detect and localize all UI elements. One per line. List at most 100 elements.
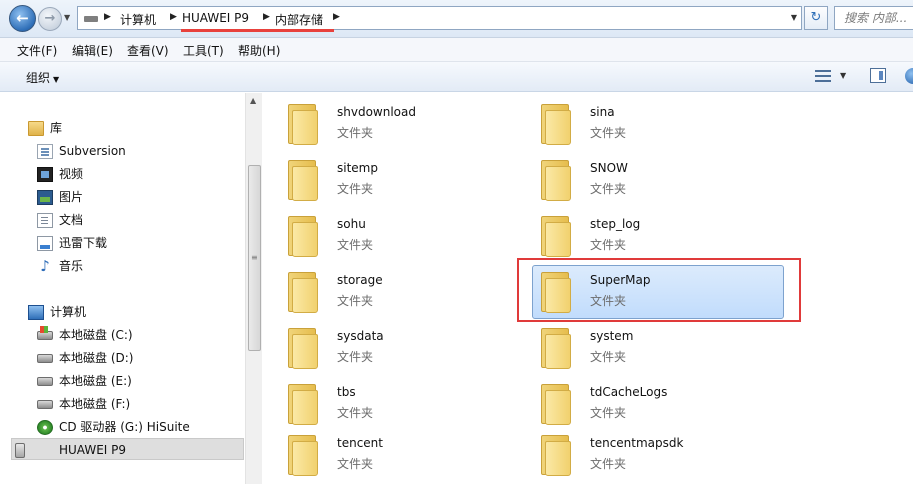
menu-view[interactable]: 查看(V) bbox=[127, 42, 169, 59]
organize-label: 组织 bbox=[26, 71, 51, 85]
folder-type: 文件夹 bbox=[590, 238, 627, 252]
help-icon[interactable] bbox=[905, 68, 913, 84]
nav-item-drive-e[interactable]: 本地磁盘 (E:) bbox=[37, 370, 237, 392]
folder-item[interactable]: tencent 文件夹 bbox=[286, 433, 536, 483]
breadcrumb-computer[interactable]: 计算机 bbox=[120, 11, 156, 28]
documents-icon bbox=[37, 213, 53, 228]
scroll-up-arrow-icon[interactable]: ▲ bbox=[250, 96, 256, 105]
menu-tools[interactable]: 工具(T) bbox=[183, 42, 224, 59]
folder-item[interactable]: shvdownload 文件夹 bbox=[286, 102, 536, 152]
folder-icon bbox=[286, 102, 320, 146]
search-input[interactable]: 搜索 内部... bbox=[834, 6, 913, 30]
folder-name: step_log bbox=[590, 217, 641, 231]
folder-item[interactable]: SNOW 文件夹 bbox=[539, 158, 789, 208]
address-bar[interactable]: ▶ 计算机 ▶ HUAWEI P9 ▶ 内部存储 ▶ ▼ bbox=[77, 6, 802, 30]
nav-item-music[interactable]: ♪ 音乐 bbox=[37, 255, 237, 277]
music-icon: ♪ bbox=[40, 257, 50, 275]
folder-icon bbox=[539, 158, 573, 202]
nav-item-subversion[interactable]: Subversion bbox=[37, 140, 237, 162]
library-icon bbox=[28, 121, 44, 136]
folder-name: tencentmapsdk bbox=[590, 436, 684, 450]
folder-icon bbox=[286, 326, 320, 370]
folder-item[interactable]: tencentmapsdk 文件夹 bbox=[539, 433, 789, 483]
view-options-chevron-down-icon[interactable]: ▼ bbox=[840, 71, 846, 80]
nav-item-label: 图片 bbox=[59, 190, 84, 204]
folder-item[interactable]: storage 文件夹 bbox=[286, 270, 536, 320]
folder-item[interactable]: tdCacheLogs 文件夹 bbox=[539, 382, 789, 432]
folder-icon bbox=[539, 214, 573, 258]
folder-name: tbs bbox=[337, 385, 356, 399]
nav-item-label: 本地磁盘 (C:) bbox=[59, 328, 133, 342]
drive-icon bbox=[37, 400, 53, 409]
folder-item[interactable]: tbs 文件夹 bbox=[286, 382, 536, 432]
device-icon bbox=[84, 16, 98, 22]
address-toolbar: ← → ▼ ▶ 计算机 ▶ HUAWEI P9 ▶ 内部存储 ▶ ▼ ↻ 搜索 … bbox=[0, 0, 913, 38]
organize-button[interactable]: 组织 ▼ bbox=[26, 69, 59, 86]
nav-item-cd-drive-g[interactable]: CD 驱动器 (G:) HiSuite bbox=[37, 416, 242, 438]
preview-pane-icon[interactable] bbox=[870, 68, 886, 83]
nav-item-drive-f[interactable]: 本地磁盘 (F:) bbox=[37, 393, 237, 415]
folder-item[interactable]: sitemp 文件夹 bbox=[286, 158, 536, 208]
menu-bar: 文件(F) 编辑(E) 查看(V) 工具(T) 帮助(H) bbox=[0, 38, 913, 62]
phone-icon bbox=[15, 443, 25, 458]
menu-file[interactable]: 文件(F) bbox=[17, 42, 57, 59]
folder-icon bbox=[286, 433, 320, 477]
nav-item-drive-d[interactable]: 本地磁盘 (D:) bbox=[37, 347, 237, 369]
folder-icon bbox=[539, 382, 573, 426]
menu-help[interactable]: 帮助(H) bbox=[238, 42, 280, 59]
nav-item-label: 本地磁盘 (D:) bbox=[59, 351, 134, 365]
folder-name: storage bbox=[337, 273, 383, 287]
nav-item-drive-c[interactable]: 本地磁盘 (C:) bbox=[37, 324, 237, 346]
folder-item[interactable]: system 文件夹 bbox=[539, 326, 789, 376]
folder-item[interactable]: step_log 文件夹 bbox=[539, 214, 789, 264]
nav-pane-scrollbar[interactable]: ▲ ≡ bbox=[245, 93, 262, 484]
folder-type: 文件夹 bbox=[337, 457, 374, 471]
folder-type: 文件夹 bbox=[590, 182, 627, 196]
folder-icon bbox=[286, 214, 320, 258]
folder-type: 文件夹 bbox=[337, 350, 374, 364]
folder-name: shvdownload bbox=[337, 105, 416, 119]
folder-item[interactable]: sysdata 文件夹 bbox=[286, 326, 536, 376]
drive-icon bbox=[37, 377, 53, 386]
folder-item[interactable]: sina 文件夹 bbox=[539, 102, 789, 152]
nav-item-label: 视频 bbox=[59, 167, 84, 181]
nav-item-computer[interactable]: 计算机 bbox=[28, 301, 228, 323]
nav-item-documents[interactable]: 文档 bbox=[37, 209, 237, 231]
folder-item[interactable]: sohu 文件夹 bbox=[286, 214, 536, 264]
system-drive-icon bbox=[37, 326, 53, 340]
nav-item-label: 音乐 bbox=[59, 259, 84, 273]
breadcrumb-separator-icon[interactable]: ▶ bbox=[170, 12, 177, 22]
back-arrow-icon[interactable]: ← bbox=[9, 5, 36, 32]
folder-type: 文件夹 bbox=[590, 457, 627, 471]
nav-item-label: 迅雷下载 bbox=[59, 236, 108, 250]
breadcrumb-separator-icon[interactable]: ▶ bbox=[104, 12, 111, 22]
nav-item-pictures[interactable]: 图片 bbox=[37, 186, 237, 208]
nav-item-video[interactable]: 视频 bbox=[37, 163, 237, 185]
breadcrumb-separator-icon[interactable]: ▶ bbox=[263, 12, 270, 22]
menu-edit[interactable]: 编辑(E) bbox=[72, 42, 113, 59]
nav-item-library[interactable]: 库 bbox=[28, 117, 228, 139]
folder-name: SNOW bbox=[590, 161, 628, 175]
folder-type: 文件夹 bbox=[590, 406, 627, 420]
nav-item-label: HUAWEI P9 bbox=[59, 443, 127, 457]
change-view-icon[interactable] bbox=[815, 69, 831, 83]
subversion-icon bbox=[37, 144, 53, 159]
refresh-icon[interactable]: ↻ bbox=[804, 6, 828, 30]
nav-item-label: 本地磁盘 (F:) bbox=[59, 397, 131, 411]
nav-item-xunlei-download[interactable]: 迅雷下载 bbox=[37, 232, 237, 254]
address-history-chevron-down-icon[interactable]: ▼ bbox=[791, 13, 797, 22]
breadcrumb-separator-icon[interactable]: ▶ bbox=[333, 12, 340, 22]
breadcrumb-internal-storage[interactable]: 内部存储 bbox=[275, 11, 323, 28]
command-bar: 组织 ▼ ▼ bbox=[0, 62, 913, 92]
breadcrumb-huawei-p9[interactable]: HUAWEI P9 bbox=[182, 11, 249, 25]
folder-type: 文件夹 bbox=[337, 182, 374, 196]
nav-item-label: 库 bbox=[50, 121, 63, 135]
folder-icon bbox=[539, 102, 573, 146]
folder-type: 文件夹 bbox=[337, 406, 374, 420]
nav-item-label: 计算机 bbox=[50, 305, 87, 319]
drive-icon bbox=[37, 354, 53, 363]
folder-name: tencent bbox=[337, 436, 383, 450]
forward-arrow-icon[interactable]: → bbox=[38, 7, 62, 31]
nav-item-huawei-p9[interactable]: HUAWEI P9 bbox=[11, 438, 244, 460]
recent-pages-chevron-down-icon[interactable]: ▼ bbox=[64, 13, 70, 22]
